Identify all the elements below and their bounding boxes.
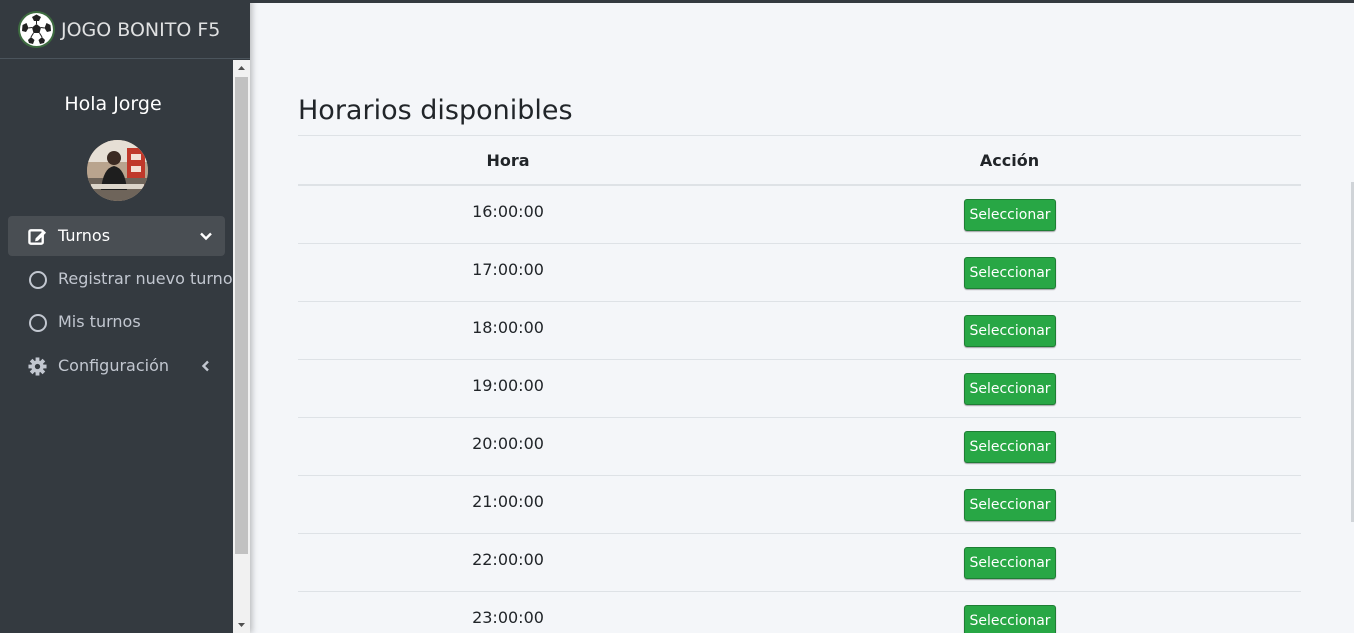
- select-button[interactable]: Seleccionar: [964, 199, 1056, 231]
- table-row: 19:00:00 Seleccionar: [298, 360, 1301, 418]
- select-button[interactable]: Seleccionar: [964, 431, 1056, 463]
- main-content: Horarios disponibles Hora Acción 16:00:0…: [250, 3, 1354, 633]
- nav-registrar-label: Registrar nuevo turno: [58, 269, 233, 288]
- hora-cell: 18:00:00: [472, 318, 544, 337]
- circle-icon: [29, 271, 47, 289]
- schedule-table: Hora Acción 16:00:00 Seleccionar 17:00:0…: [298, 135, 1301, 633]
- table-row: 16:00:00 Seleccionar: [298, 186, 1301, 244]
- select-button[interactable]: Seleccionar: [964, 605, 1056, 633]
- table-row: 20:00:00 Seleccionar: [298, 418, 1301, 476]
- table-row: 21:00:00 Seleccionar: [298, 476, 1301, 534]
- edit-icon: [28, 229, 47, 245]
- column-header-accion: Acción: [979, 151, 1040, 170]
- table-row: 18:00:00 Seleccionar: [298, 302, 1301, 360]
- table-row: 17:00:00 Seleccionar: [298, 244, 1301, 302]
- nav-configuracion-label: Configuración: [58, 356, 170, 375]
- sidebar-scrollbar[interactable]: [233, 60, 250, 633]
- column-header-hora: Hora: [486, 151, 530, 170]
- sidebar: JOGO BONITO F5 Hola Jorge Turnos Registr…: [0, 0, 250, 633]
- soccer-ball-icon: [20, 13, 53, 46]
- hora-cell: 19:00:00: [472, 376, 544, 395]
- hora-cell: 17:00:00: [472, 260, 544, 279]
- select-button[interactable]: Seleccionar: [964, 373, 1056, 405]
- hora-cell: 16:00:00: [472, 202, 544, 221]
- select-button[interactable]: Seleccionar: [964, 315, 1056, 347]
- nav-configuracion[interactable]: Configuración: [8, 346, 225, 386]
- user-greeting: Hola Jorge: [64, 93, 162, 115]
- top-border: [0, 0, 1354, 3]
- hora-cell: 23:00:00: [472, 608, 544, 627]
- nav-turnos[interactable]: Turnos: [8, 216, 225, 256]
- nav-mis-turnos[interactable]: Mis turnos: [8, 302, 225, 342]
- user-avatar[interactable]: [87, 140, 148, 201]
- page-title: Horarios disponibles: [298, 95, 573, 126]
- table-row: 22:00:00 Seleccionar: [298, 534, 1301, 592]
- scroll-up-arrow-icon[interactable]: [233, 60, 250, 77]
- sidebar-scrollbar-thumb[interactable]: [235, 77, 248, 554]
- scroll-down-arrow-icon[interactable]: [233, 616, 250, 633]
- hora-cell: 22:00:00: [472, 550, 544, 569]
- hora-cell: 21:00:00: [472, 492, 544, 511]
- avatar-image: [87, 140, 148, 201]
- circle-icon: [29, 314, 47, 332]
- hora-cell: 20:00:00: [472, 434, 544, 453]
- chevron-down-icon: [200, 232, 212, 241]
- select-button[interactable]: Seleccionar: [964, 257, 1056, 289]
- chevron-left-icon: [201, 360, 209, 372]
- table-header: Hora Acción: [298, 136, 1301, 186]
- brand-link[interactable]: JOGO BONITO F5: [0, 0, 250, 59]
- brand-name: JOGO BONITO F5: [61, 19, 221, 41]
- nav-registrar-nuevo-turno[interactable]: Registrar nuevo turno: [8, 259, 233, 299]
- select-button[interactable]: Seleccionar: [964, 547, 1056, 579]
- gear-icon: [28, 357, 47, 376]
- select-button[interactable]: Seleccionar: [964, 489, 1056, 521]
- table-row: 23:00:00 Seleccionar: [298, 592, 1301, 633]
- nav-turnos-label: Turnos: [58, 226, 111, 245]
- nav-mis-turnos-label: Mis turnos: [58, 312, 141, 331]
